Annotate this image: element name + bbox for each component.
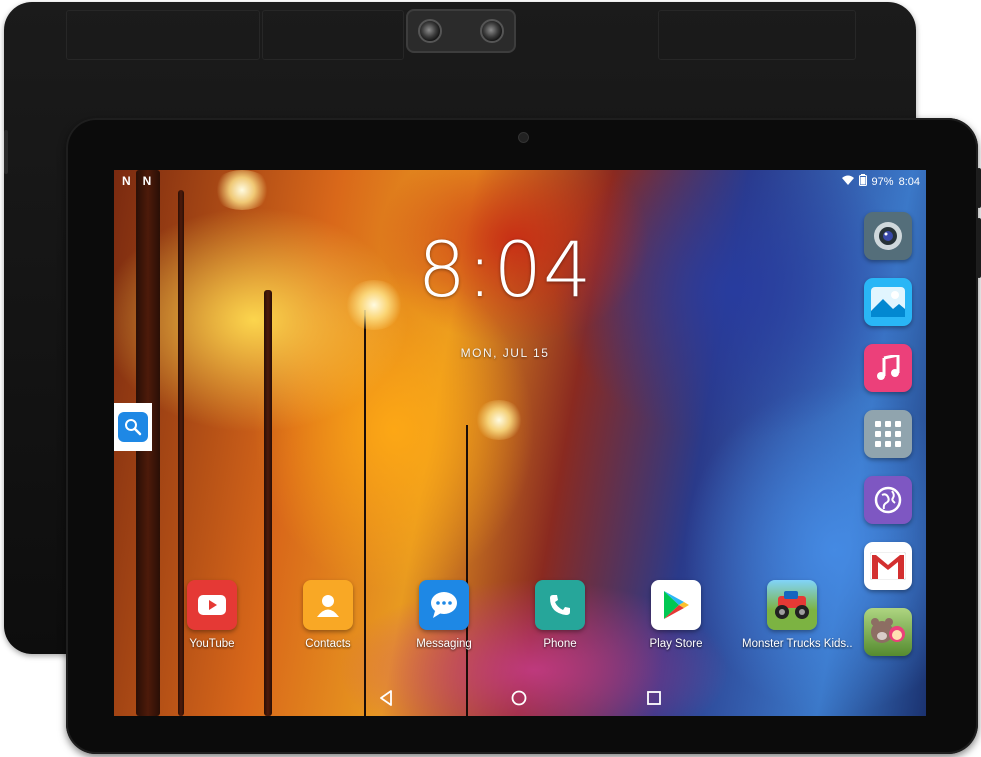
rear-camera-module bbox=[406, 9, 516, 53]
app-youtube[interactable]: YouTube bbox=[162, 580, 262, 650]
lockscreen-date: MON, JUL 15 bbox=[460, 346, 550, 360]
app-messaging[interactable]: Messaging bbox=[394, 580, 494, 650]
lockscreen-clock: 8:04 bbox=[417, 225, 593, 314]
back-volume-button bbox=[4, 130, 8, 174]
phone-icon[interactable] bbox=[535, 580, 585, 630]
back-panel-seam bbox=[262, 10, 404, 60]
recents-icon[interactable] bbox=[644, 688, 664, 708]
app-label: Messaging bbox=[416, 638, 472, 650]
back-panel-seam bbox=[66, 10, 260, 60]
wifi-icon bbox=[841, 175, 854, 188]
rear-camera-lens bbox=[418, 19, 442, 43]
app-contacts[interactable]: Contacts bbox=[278, 580, 378, 650]
app-play-store[interactable]: Play Store bbox=[626, 580, 726, 650]
back-icon[interactable] bbox=[376, 688, 396, 708]
camera-icon[interactable] bbox=[864, 212, 912, 260]
volume-button bbox=[977, 218, 981, 278]
wallpaper-lamp-glow bbox=[344, 280, 404, 330]
power-button bbox=[977, 168, 981, 208]
app-monster-trucks[interactable]: Monster Trucks Kids.. bbox=[742, 580, 853, 650]
gmail-icon[interactable] bbox=[864, 542, 912, 590]
status-bar: N N 97% 8:04 bbox=[114, 170, 926, 192]
gallery-icon[interactable] bbox=[864, 278, 912, 326]
app-label: Phone bbox=[543, 638, 577, 650]
home-icon[interactable] bbox=[509, 688, 529, 708]
wallpaper-lamp-post bbox=[466, 425, 468, 716]
wallpaper-tree-trunk bbox=[264, 290, 272, 716]
notification-icon: N bbox=[142, 174, 152, 188]
rear-flash bbox=[480, 19, 504, 43]
battery-percent: 97% bbox=[871, 175, 894, 188]
monster-trucks-icon[interactable] bbox=[767, 580, 817, 630]
app-label: YouTube bbox=[189, 638, 235, 650]
back-panel-seam bbox=[658, 10, 856, 60]
contacts-icon[interactable] bbox=[303, 580, 353, 630]
app-label: Monster Trucks Kids.. bbox=[742, 638, 853, 650]
apps-grid-icon[interactable] bbox=[864, 410, 912, 458]
system-status: 97% 8:04 bbox=[841, 174, 920, 189]
notification-area: N N bbox=[122, 174, 151, 188]
masha-bear-icon[interactable] bbox=[864, 608, 912, 656]
app-label: Contacts bbox=[305, 638, 351, 650]
music-icon[interactable] bbox=[864, 344, 912, 392]
messaging-icon[interactable] bbox=[419, 580, 469, 630]
status-time: 8:04 bbox=[898, 175, 920, 188]
search-widget[interactable] bbox=[114, 403, 152, 451]
app-label: Play Store bbox=[649, 638, 703, 650]
tablet-front-view: N N 97% 8:04 8:04 MON, JUL 15 YouTube Co… bbox=[66, 118, 981, 754]
notification-icon: N bbox=[122, 174, 131, 188]
lock-screen: N N 97% 8:04 8:04 MON, JUL 15 YouTube Co… bbox=[114, 170, 926, 716]
play-store-icon[interactable] bbox=[651, 580, 701, 630]
battery-icon bbox=[858, 174, 867, 189]
wallpaper-lamp-glow bbox=[474, 400, 524, 440]
browser-icon[interactable] bbox=[864, 476, 912, 524]
search-icon[interactable] bbox=[118, 412, 148, 442]
navigation-bar bbox=[114, 680, 926, 716]
youtube-icon[interactable] bbox=[187, 580, 237, 630]
wallpaper-lamp-post bbox=[364, 310, 366, 716]
app-phone[interactable]: Phone bbox=[510, 580, 610, 650]
front-camera bbox=[518, 132, 529, 143]
